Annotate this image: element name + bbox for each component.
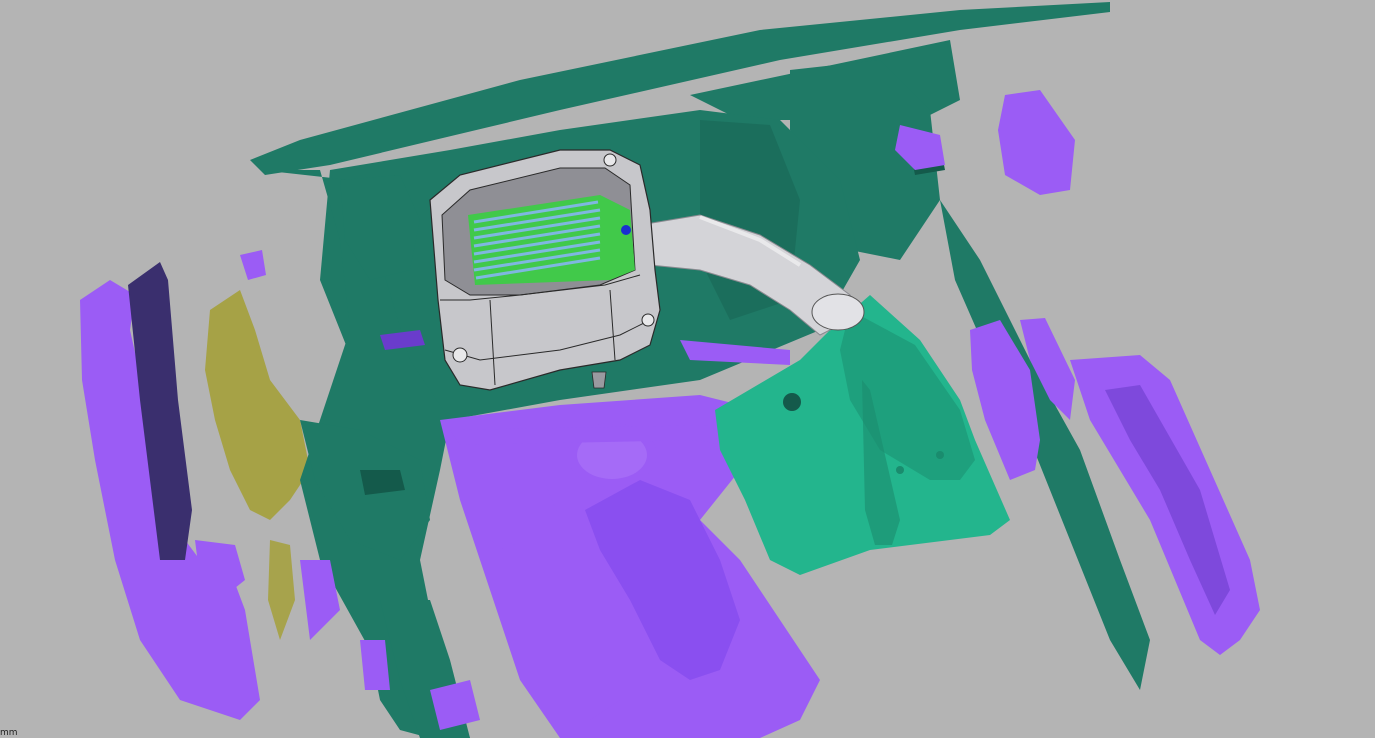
scene-canvas[interactable] xyxy=(0,0,1375,738)
3d-viewport[interactable]: mm xyxy=(0,0,1375,738)
scanned-radiator[interactable] xyxy=(895,90,1260,655)
units-indicator: mm xyxy=(0,728,18,738)
